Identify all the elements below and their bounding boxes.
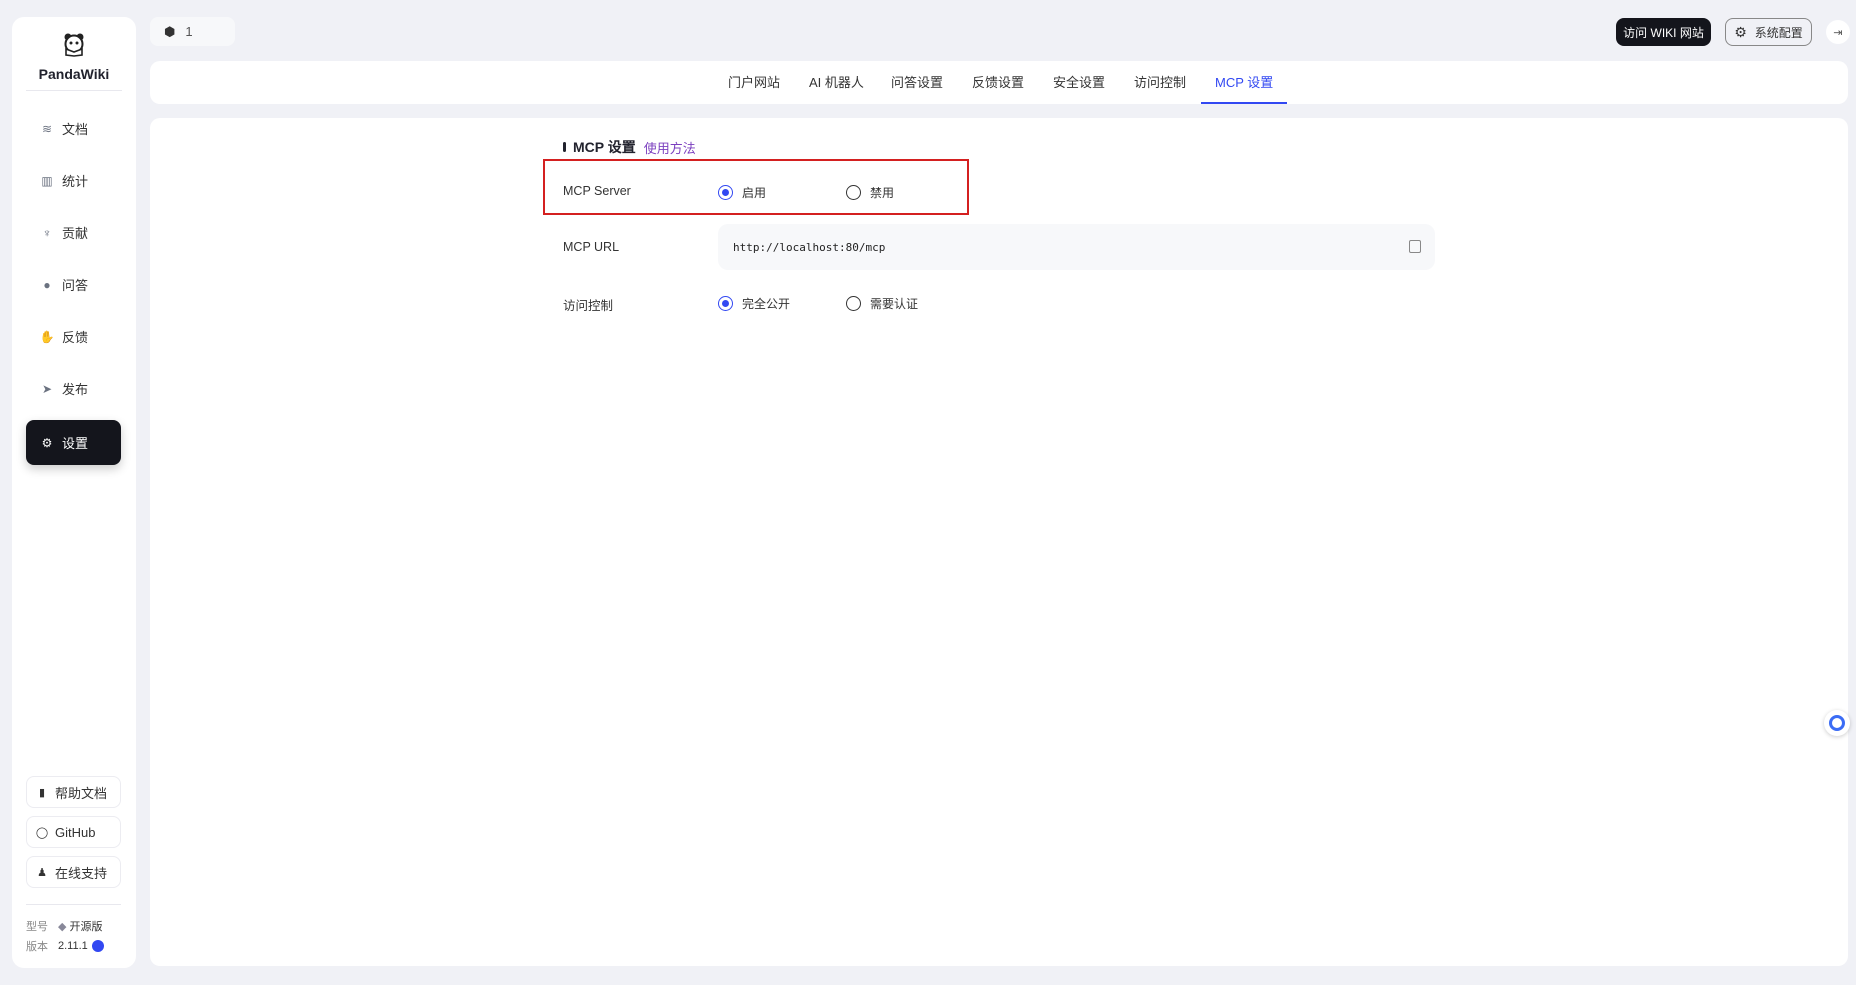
section-heading: MCP 设置 使用方法 [563,137,696,157]
access-control-label: 访问控制 [563,299,614,313]
workspace-selector[interactable]: ⬢ 1 [150,17,235,46]
radio-label: 启用 [742,186,767,200]
sidebar-item-label: 统计 [62,174,89,189]
system-config-button[interactable]: ⚙ 系统配置 [1725,18,1812,46]
gear-icon: ⚙ [41,435,53,450]
sidebar-item-label: 发布 [62,382,89,397]
model-label: 型号 [26,921,48,933]
cube-icon: ⬢ [164,23,176,39]
sidebar-item-publish[interactable]: ➤ 发布 [26,366,121,411]
trophy-icon: ♆ [42,225,52,240]
button-label: 在线支持 [55,865,108,881]
tab-ai-robot[interactable]: AI 机器人 [795,61,878,104]
radio-unchecked-icon [846,296,861,311]
sidebar: PandaWiki ≋ 文档 ▥ 统计 ♆ 贡献 ● 问答 ✋ 反馈 ➤ 发布 ⚙ 设置 ▮ 帮… [12,17,136,968]
model-value: 开源版 [69,921,103,933]
bar-chart-icon: ▥ [41,173,53,188]
radio-checked-icon [718,185,733,200]
radio-auth-required[interactable]: 需要认证 [846,295,918,312]
tab-mcp-settings[interactable]: MCP 设置 [1201,61,1288,104]
help-docs-button[interactable]: ▮ 帮助文档 [26,776,121,808]
sidebar-item-label: 问答 [62,278,89,293]
sidebar-item-label: 反馈 [62,330,89,345]
radio-public[interactable]: 完全公开 [718,295,790,312]
update-dot-icon[interactable] [91,940,104,952]
sidebar-item-stats[interactable]: ▥ 统计 [26,158,121,203]
mcp-url-label: MCP URL [563,240,620,254]
tab-portal[interactable]: 门户网站 [714,61,794,104]
radio-label: 禁用 [870,186,895,200]
sidebar-item-feedback[interactable]: ✋ 反馈 [26,314,121,359]
divider [26,90,122,91]
gear-icon: ⚙ [1734,23,1747,40]
online-support-button[interactable]: ♟ 在线支持 [26,856,121,888]
assistant-icon [1829,715,1845,731]
version-value: 2.11.1 [58,940,88,952]
visit-wiki-button[interactable]: 访问 WIKI 网站 [1616,18,1711,46]
chat-icon: ● [43,277,51,292]
mcp-url-field: http://localhost:80/mcp [718,224,1435,270]
mcp-server-label: MCP Server [563,184,631,198]
github-button[interactable]: ◯ GitHub [26,816,121,848]
radio-enable[interactable]: 启用 [718,184,766,201]
divider [26,904,121,905]
sidebar-item-label: 贡献 [62,226,89,241]
mcp-url-value: http://localhost:80/mcp [733,240,886,254]
logout-icon[interactable]: ⇥ [1826,20,1850,44]
app-name: PandaWiki [38,66,110,82]
radio-checked-icon [718,296,733,311]
logo: PandaWiki [12,31,136,82]
radio-label: 需要认证 [870,297,919,311]
v-badge-icon: ◆ [58,921,67,933]
version-info: 版本 2.11.1 [26,938,104,954]
send-icon: ➤ [41,381,53,396]
copy-icon[interactable] [1409,240,1421,253]
workspace-label: 1 [185,24,193,39]
button-label: GitHub [55,824,96,840]
model-info: 型号 ◆ 开源版 [26,918,103,934]
section-title: MCP 设置 [573,139,636,155]
button-label: 系统配置 [1754,25,1803,40]
sidebar-item-qa[interactable]: ● 问答 [26,262,121,307]
panda-logo-icon [64,33,84,57]
tab-access-control[interactable]: 访问控制 [1120,61,1200,104]
hand-icon: ✋ [39,329,55,344]
button-label: 帮助文档 [55,785,108,801]
sidebar-item-label: 设置 [62,436,89,451]
tab-feedback-settings[interactable]: 反馈设置 [958,61,1038,104]
sidebar-item-settings[interactable]: ⚙ 设置 [26,420,121,465]
tab-security-settings[interactable]: 安全设置 [1039,61,1119,104]
github-icon: ◯ [35,826,49,839]
sidebar-item-label: 文档 [62,122,89,137]
layers-icon: ≋ [41,121,53,136]
radio-label: 完全公开 [742,297,791,311]
document-icon: ▮ [38,786,46,799]
assistant-float-button[interactable] [1824,710,1850,736]
users-icon: ♟ [37,866,47,879]
usage-link[interactable]: 使用方法 [644,138,696,157]
radio-disable[interactable]: 禁用 [846,184,894,201]
sidebar-item-docs[interactable]: ≋ 文档 [26,106,121,151]
radio-unchecked-icon [846,185,861,200]
version-label: 版本 [26,941,48,953]
sidebar-item-contribution[interactable]: ♆ 贡献 [26,210,121,255]
tab-qa-settings[interactable]: 问答设置 [877,61,957,104]
settings-tabs: 门户网站 AI 机器人 问答设置 反馈设置 安全设置 访问控制 MCP 设置 [150,61,1848,104]
heading-marker [563,142,566,152]
